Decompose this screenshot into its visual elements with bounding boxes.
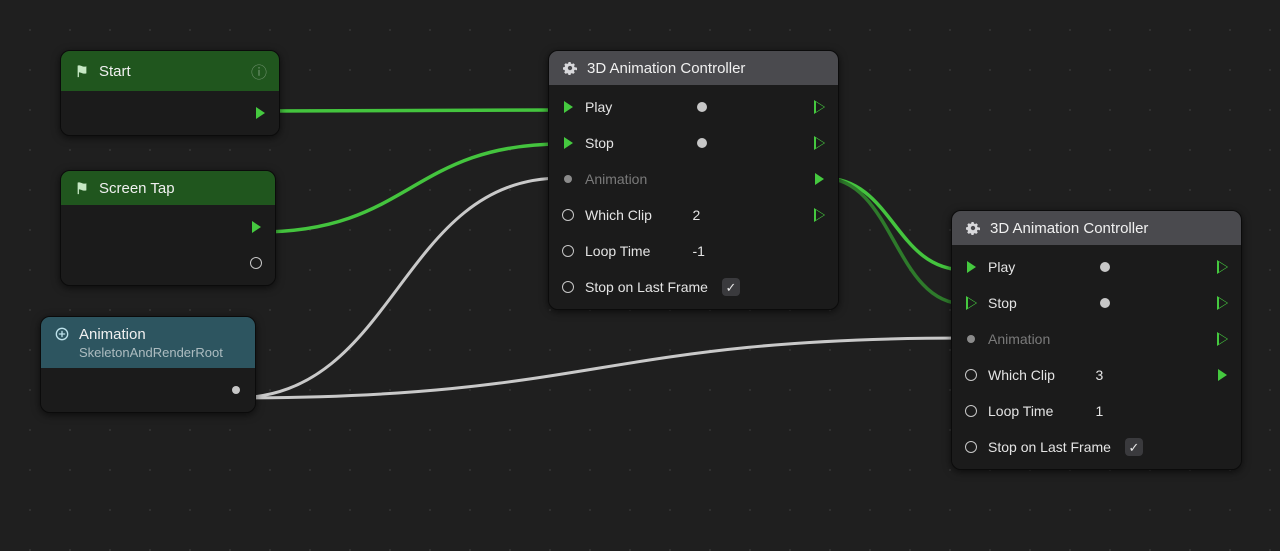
- node-controller-2-title: 3D Animation Controller: [990, 220, 1229, 237]
- row-c1-animation: Animation: [549, 161, 838, 197]
- port-in-data[interactable]: [559, 245, 577, 257]
- flag-icon: [73, 62, 91, 80]
- node-start-header[interactable]: Start ⓘ: [61, 51, 279, 91]
- row-c2-stop: Stop: [952, 285, 1241, 321]
- port-out-data[interactable]: [247, 257, 265, 269]
- value-which-clip[interactable]: 3: [1088, 367, 1122, 383]
- port-in-data[interactable]: [962, 335, 980, 343]
- port-out-exec[interactable]: [1213, 333, 1231, 345]
- value-which-clip[interactable]: 2: [685, 207, 719, 223]
- row-c1-loop-time: Loop Time -1: [549, 233, 838, 269]
- row-c1-which-clip: Which Clip 2: [549, 197, 838, 233]
- node-screen-tap-header[interactable]: Screen Tap: [61, 171, 275, 205]
- port-out-exec[interactable]: [251, 107, 269, 119]
- port-in-data[interactable]: [559, 175, 577, 183]
- port-in-data[interactable]: [962, 441, 980, 453]
- row-c2-loop-time: Loop Time 1: [952, 393, 1241, 429]
- toggle-dot[interactable]: [1094, 262, 1116, 272]
- info-icon[interactable]: ⓘ: [251, 59, 267, 83]
- flag-icon: [73, 179, 91, 197]
- port-in-exec[interactable]: [559, 137, 577, 149]
- node-animation-title: Animation: [79, 326, 243, 343]
- port-out-exec[interactable]: [810, 137, 828, 149]
- port-in-data[interactable]: [559, 281, 577, 293]
- node-animation-subtitle: SkeletonAndRenderRoot: [53, 345, 223, 360]
- node-controller-2[interactable]: 3D Animation Controller Play Stop Animat…: [951, 210, 1242, 470]
- toggle-dot[interactable]: [691, 138, 713, 148]
- port-out-exec[interactable]: [247, 221, 265, 233]
- row-c2-animation: Animation: [952, 321, 1241, 357]
- node-animation-header[interactable]: Animation SkeletonAndRenderRoot: [41, 317, 255, 368]
- port-out-exec[interactable]: [810, 173, 828, 185]
- port-out-exec[interactable]: [1213, 369, 1231, 381]
- row-screentap-data: [61, 245, 275, 281]
- port-in-data[interactable]: [962, 405, 980, 417]
- port-in-data[interactable]: [962, 369, 980, 381]
- row-c2-which-clip: Which Clip 3: [952, 357, 1241, 393]
- row-c1-play: Play: [549, 89, 838, 125]
- port-out-exec[interactable]: [810, 101, 828, 113]
- row-animation-out: [41, 372, 255, 408]
- checkbox-stop-last-frame[interactable]: ✓: [722, 278, 740, 296]
- port-in-data[interactable]: [559, 209, 577, 221]
- node-start-title: Start: [99, 63, 251, 80]
- row-c2-play: Play: [952, 249, 1241, 285]
- row-c1-stop: Stop: [549, 125, 838, 161]
- node-controller-2-header[interactable]: 3D Animation Controller: [952, 211, 1241, 245]
- port-out-exec[interactable]: [1213, 297, 1231, 309]
- row-c2-stop-last-frame: Stop on Last Frame ✓: [952, 429, 1241, 465]
- plus-icon: [53, 325, 71, 343]
- node-screen-tap[interactable]: Screen Tap: [60, 170, 276, 286]
- checkbox-stop-last-frame[interactable]: ✓: [1125, 438, 1143, 456]
- node-animation[interactable]: Animation SkeletonAndRenderRoot: [40, 316, 256, 413]
- port-in-exec[interactable]: [962, 297, 980, 309]
- toggle-dot[interactable]: [1094, 298, 1116, 308]
- node-controller-1[interactable]: 3D Animation Controller Play Stop Animat…: [548, 50, 839, 310]
- row-c1-stop-last-frame: Stop on Last Frame ✓: [549, 269, 838, 305]
- value-loop-time[interactable]: -1: [685, 243, 719, 259]
- node-screen-tap-title: Screen Tap: [99, 180, 263, 197]
- port-in-exec[interactable]: [962, 261, 980, 273]
- value-loop-time[interactable]: 1: [1088, 403, 1122, 419]
- node-controller-1-title: 3D Animation Controller: [587, 60, 826, 77]
- gear-icon: [964, 219, 982, 237]
- port-out-data[interactable]: [227, 386, 245, 394]
- port-out-exec[interactable]: [1213, 261, 1231, 273]
- node-controller-1-header[interactable]: 3D Animation Controller: [549, 51, 838, 85]
- node-start[interactable]: Start ⓘ: [60, 50, 280, 136]
- row-screentap-exec: [61, 209, 275, 245]
- gear-icon: [561, 59, 579, 77]
- port-out-exec[interactable]: [810, 209, 828, 221]
- port-in-exec[interactable]: [559, 101, 577, 113]
- row-start-exec: [61, 95, 279, 131]
- toggle-dot[interactable]: [691, 102, 713, 112]
